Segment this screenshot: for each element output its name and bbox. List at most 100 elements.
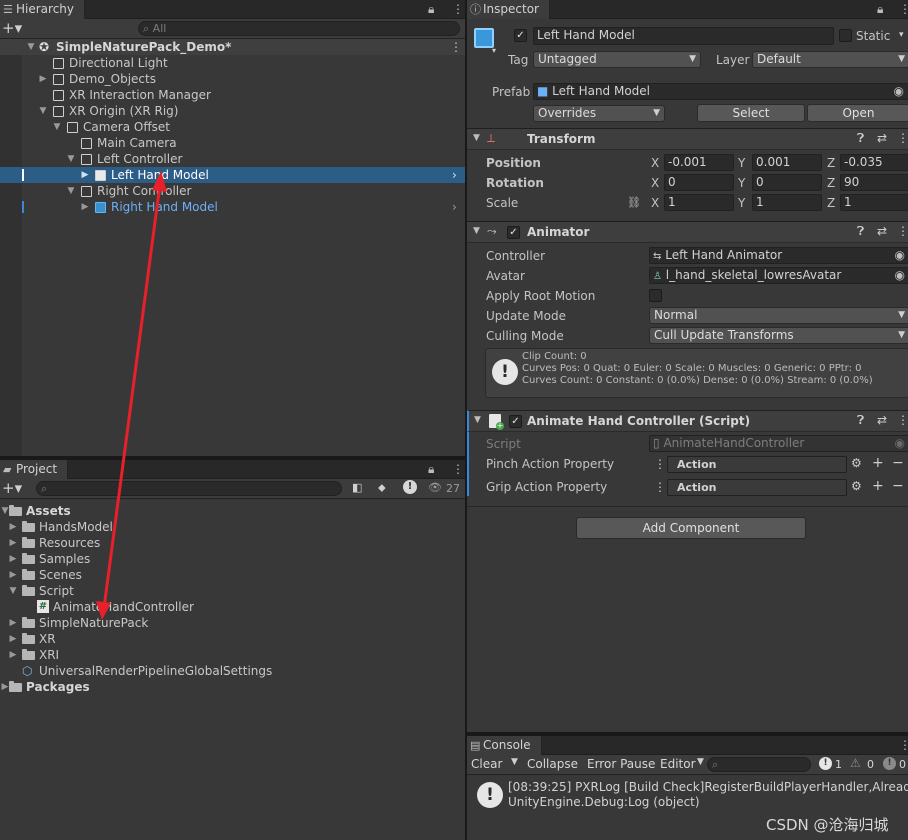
hidden-packages-eye-icon[interactable]: 👁︎ bbox=[428, 481, 442, 494]
scale-link-icon[interactable]: ⛓︎ bbox=[627, 196, 641, 209]
foldout-arrow-icon[interactable]: ▼ bbox=[473, 133, 480, 143]
tree-row-demo-objects[interactable]: ▶ Demo_Objects bbox=[0, 71, 465, 87]
script-enabled-checkbox[interactable]: ✓ bbox=[509, 415, 522, 428]
collapse-arrow-icon[interactable]: ▶ bbox=[38, 71, 48, 87]
inspector-tab[interactable]: ⓘ Inspector bbox=[467, 0, 550, 19]
log-count-icon[interactable]: ! bbox=[819, 757, 832, 770]
project-tab[interactable]: ▰ Project bbox=[0, 460, 69, 479]
editor-dropdown-arrow[interactable]: ▼ bbox=[697, 757, 704, 767]
more-menu-icon[interactable]: ⋮ bbox=[452, 460, 464, 479]
more-menu-icon[interactable]: ⋮ bbox=[899, 0, 908, 19]
foldout-arrow-icon[interactable]: ▼ bbox=[473, 226, 480, 236]
gear-icon[interactable]: ⚙ bbox=[851, 479, 862, 493]
object-picker-icon[interactable]: ◉ bbox=[895, 268, 905, 283]
transform-header[interactable]: ▼ ⟂ Transform ❓︎ ⇄ ⋮ bbox=[467, 128, 908, 150]
collapse-arrow-icon[interactable]: ▶ bbox=[8, 535, 18, 551]
drag-handle-icon[interactable]: ⋮ bbox=[654, 480, 666, 494]
create-plus-icon[interactable]: +▾ bbox=[2, 19, 22, 37]
chevron-right-icon[interactable]: › bbox=[452, 167, 457, 183]
controller-field[interactable]: ⇆ Left Hand Animator ◉ bbox=[649, 247, 908, 264]
project-row-handsmodel[interactable]: ▶ HandsModel bbox=[0, 519, 465, 535]
expand-arrow-icon[interactable]: ▼ bbox=[52, 119, 62, 135]
apply-root-motion-checkbox[interactable] bbox=[649, 289, 662, 302]
hierarchy-search-input[interactable]: ⌕ All bbox=[138, 21, 460, 36]
object-picker-icon[interactable]: ◉ bbox=[894, 84, 904, 99]
overrides-dropdown[interactable]: Overrides ▼ bbox=[533, 105, 665, 122]
rotation-x-field[interactable]: 0 bbox=[664, 174, 734, 191]
tree-row-main-camera[interactable]: Main Camera bbox=[0, 135, 465, 151]
add-binding-plus-icon[interactable]: + bbox=[872, 478, 884, 494]
scale-x-field[interactable]: 1 bbox=[664, 194, 734, 211]
create-plus-icon[interactable]: +▾ bbox=[2, 479, 22, 497]
clear-button[interactable]: Clear bbox=[471, 757, 502, 771]
project-row-packages[interactable]: ▶ Packages bbox=[0, 679, 465, 695]
collapse-arrow-icon[interactable]: ▶ bbox=[8, 551, 18, 567]
search-by-type-icon[interactable]: ◧ bbox=[352, 481, 362, 494]
expand-arrow-icon[interactable]: ▼ bbox=[66, 151, 76, 167]
component-menu-icon[interactable]: ⋮ bbox=[897, 224, 908, 238]
remove-binding-minus-icon[interactable]: − bbox=[892, 455, 904, 471]
culling-mode-dropdown[interactable]: Cull Update Transforms ▼ bbox=[649, 327, 908, 344]
collapse-toggle[interactable]: Collapse bbox=[527, 757, 578, 771]
collapse-arrow-icon[interactable]: ▶ bbox=[8, 631, 18, 647]
lock-icon[interactable]: 🔒︎ bbox=[877, 0, 883, 19]
collapse-arrow-icon[interactable]: ▶ bbox=[80, 167, 90, 183]
object-name-field[interactable]: Left Hand Model bbox=[533, 27, 834, 45]
expand-arrow-icon[interactable]: ▼ bbox=[66, 183, 76, 199]
prefab-field[interactable]: ■ Left Hand Model ◉ bbox=[533, 83, 908, 100]
tree-row-camera-offset[interactable]: ▼ Camera Offset bbox=[0, 119, 465, 135]
rotation-z-field[interactable]: 90 bbox=[840, 174, 908, 191]
project-row-xri[interactable]: ▶ XRI bbox=[0, 647, 465, 663]
project-row-script[interactable]: ▼ Script bbox=[0, 583, 465, 599]
open-button[interactable]: Open bbox=[807, 104, 908, 122]
preset-icon[interactable]: ⇄ bbox=[877, 131, 887, 145]
component-menu-icon[interactable]: ⋮ bbox=[897, 131, 908, 145]
console-tab[interactable]: ▤ Console bbox=[467, 736, 542, 755]
icon-dropdown-arrow[interactable]: ▾ bbox=[492, 46, 496, 55]
collapse-arrow-icon[interactable]: ▶ bbox=[8, 615, 18, 631]
animator-header[interactable]: ▼ ⤳ ✓ Animator ❓︎ ⇄ ⋮ bbox=[467, 221, 908, 243]
preset-icon[interactable]: ⇄ bbox=[877, 224, 887, 238]
search-by-label-icon[interactable]: ⬥ bbox=[378, 481, 386, 495]
error-count-icon[interactable]: ! bbox=[883, 757, 896, 770]
more-menu-icon[interactable]: ⋮ bbox=[899, 736, 908, 755]
tree-row-xr-origin[interactable]: ▼ XR Origin (XR Rig) bbox=[0, 103, 465, 119]
warning-count-icon[interactable]: ⚠ bbox=[850, 756, 861, 770]
project-row-resources[interactable]: ▶ Resources bbox=[0, 535, 465, 551]
editor-target-dropdown[interactable]: Editor bbox=[660, 757, 696, 771]
active-checkbox[interactable]: ✓ bbox=[514, 29, 527, 42]
expand-arrow-icon[interactable]: ▼ bbox=[38, 103, 48, 119]
lock-icon[interactable]: 🔒︎ bbox=[428, 0, 434, 19]
tag-dropdown[interactable]: Untagged ▼ bbox=[533, 51, 701, 68]
tree-row-scene[interactable]: ▼ ✪ SimpleNaturePack_Demo* ⋮ bbox=[0, 39, 465, 55]
scale-z-field[interactable]: 1 bbox=[840, 194, 908, 211]
layer-dropdown[interactable]: Default ▼ bbox=[752, 51, 908, 68]
component-menu-icon[interactable]: ⋮ bbox=[897, 413, 908, 427]
script-component-header[interactable]: ▼ + ✓ Animate Hand Controller (Script) ❓… bbox=[467, 410, 908, 432]
project-row-urp-settings[interactable]: ⬡ UniversalRenderPipelineGlobalSettings bbox=[0, 663, 465, 679]
collapse-arrow-icon[interactable]: ▶ bbox=[8, 519, 18, 535]
help-icon[interactable]: ❓︎ bbox=[857, 224, 864, 239]
static-checkbox[interactable] bbox=[839, 29, 852, 42]
scene-menu-icon[interactable]: ⋮ bbox=[450, 39, 462, 55]
expand-arrow-icon[interactable]: ▼ bbox=[8, 583, 18, 599]
expand-arrow-icon[interactable]: ▼ bbox=[26, 39, 36, 55]
grip-action-field[interactable]: Action bbox=[667, 479, 847, 496]
preset-icon[interactable]: ⇄ bbox=[877, 413, 887, 427]
scale-y-field[interactable]: 1 bbox=[752, 194, 822, 211]
add-binding-plus-icon[interactable]: + bbox=[872, 455, 884, 471]
object-picker-icon[interactable]: ◉ bbox=[895, 248, 905, 263]
tree-row-right-controller[interactable]: ▼ Right Controller bbox=[0, 183, 465, 199]
project-row-simplenaturepack[interactable]: ▶ SimpleNaturePack bbox=[0, 615, 465, 631]
lock-icon[interactable]: 🔒︎ bbox=[428, 460, 434, 479]
warning-filter-icon[interactable]: ! bbox=[403, 480, 417, 494]
clear-dropdown-arrow[interactable]: ▼ bbox=[511, 757, 518, 767]
select-button[interactable]: Select bbox=[697, 104, 805, 122]
avatar-field[interactable]: ♙ l_hand_skeletal_lowresAvatar ◉ bbox=[649, 267, 908, 284]
hierarchy-tab[interactable]: ☰ Hierarchy bbox=[0, 0, 86, 19]
collapse-arrow-icon[interactable]: ▶ bbox=[8, 647, 18, 663]
tree-row-xr-interaction-manager[interactable]: XR Interaction Manager bbox=[0, 87, 465, 103]
collapse-arrow-icon[interactable]: ▶ bbox=[80, 199, 90, 215]
chevron-right-icon[interactable]: › bbox=[452, 199, 457, 215]
static-dropdown-arrow[interactable]: ▾ bbox=[899, 30, 904, 40]
